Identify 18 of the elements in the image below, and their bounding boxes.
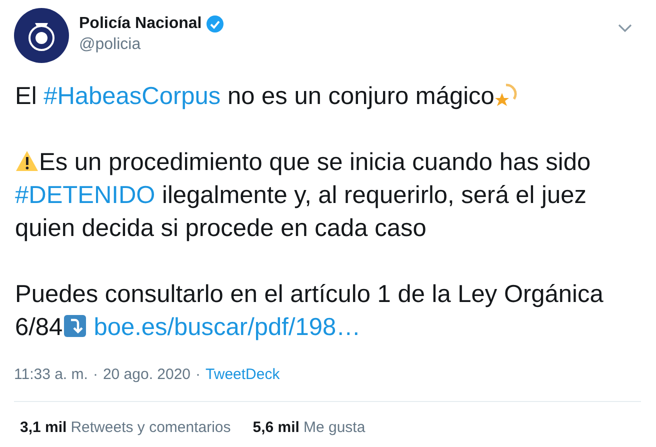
stat-link[interactable]: 3,1 mil Retweets y comentarios bbox=[20, 419, 231, 436]
tweet-text: Puedes consultarlo en el artículo 1 de la Ley Orgánica 6/84 boe.es/buscar/pdf/198… bbox=[15, 280, 604, 343]
tweet-time[interactable]: 11:33 a. m. bbox=[14, 366, 88, 383]
separator-dot: · bbox=[196, 366, 201, 383]
hashtag-link[interactable]: #HabeasCorpus bbox=[44, 83, 221, 110]
tweet-text: Es un procedimiento que se inicia cuando has sido #DETENIDO ilegalmente y, al requerirlo, será el juez quien decida si procede en cada caso bbox=[15, 148, 592, 244]
url-link[interactable]: boe.es/buscar/pdf/198… bbox=[94, 314, 361, 341]
avatar[interactable] bbox=[14, 8, 69, 63]
warning-icon bbox=[15, 149, 39, 173]
star-icon bbox=[494, 83, 518, 107]
tweet-date[interactable]: 20 ago. 2020 bbox=[102, 366, 191, 383]
stat-link[interactable]: 5,6 mil Me gusta bbox=[252, 419, 366, 436]
account-handle[interactable]: @policia bbox=[79, 36, 607, 54]
hashtag-link[interactable]: #DETENIDO bbox=[15, 182, 156, 209]
account-name[interactable]: Policía Nacional bbox=[79, 15, 202, 33]
source-link[interactable]: TweetDeck bbox=[206, 366, 280, 383]
tweet-text: El #HabeasCorpus no es un conjuro mágico bbox=[15, 80, 630, 113]
separator-dot: · bbox=[92, 366, 98, 383]
